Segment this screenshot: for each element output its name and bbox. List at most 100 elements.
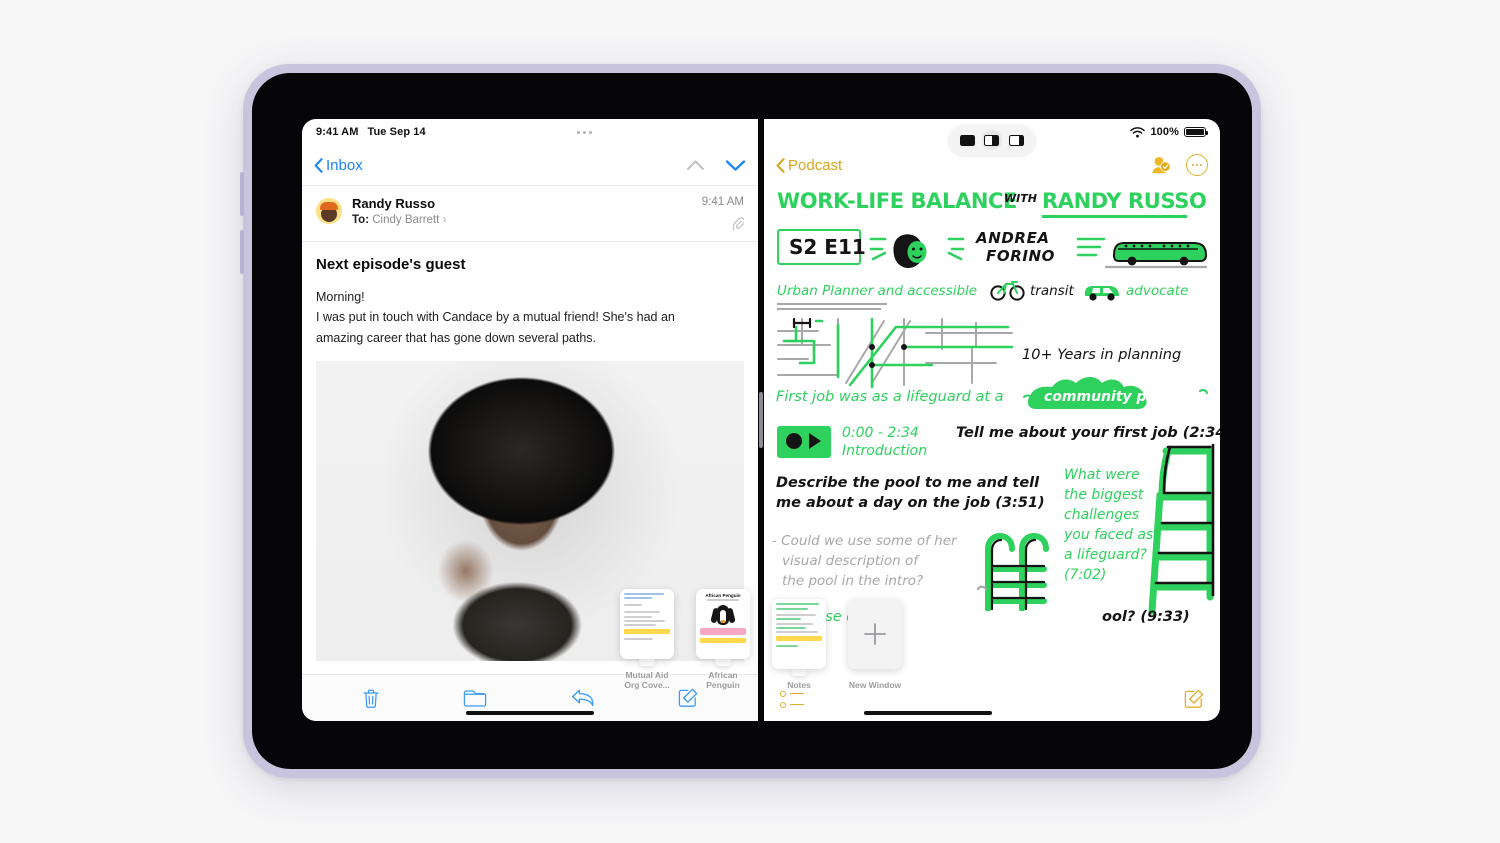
shelf-item-label: Mutual Aid Org Cove... (624, 669, 670, 691)
guest-portrait-sketch (869, 234, 965, 268)
video-chapter-icon (777, 426, 831, 458)
recipient-row[interactable]: To: Cindy Barrett › (352, 214, 692, 226)
back-label: Podcast (788, 156, 843, 174)
status-date: Tue Sep 14 (367, 126, 426, 138)
bicycle-icon (990, 281, 1025, 301)
back-to-podcast-button[interactable]: Podcast (776, 157, 842, 174)
note-line-3: the pool in the intro? (782, 573, 924, 589)
recipient-name: Cindy Barrett (372, 214, 440, 227)
lifeguard-chair-sketch (1148, 443, 1215, 615)
question-3-line5: a lifeguard? (1064, 547, 1147, 563)
penguin-illustration (710, 603, 736, 627)
mail-message-header: Randy Russo To: Cindy Barrett › 9:41 AM (302, 185, 758, 242)
question-4-suffix: ool? (9:33) (1102, 609, 1190, 625)
full-screen-icon (959, 134, 975, 146)
plus-icon (864, 623, 886, 646)
message-time: 9:41 AM (701, 196, 744, 208)
battery-percent: 100% (1150, 126, 1179, 138)
bio-line: Urban Planner and accessible (777, 283, 978, 299)
question-3-line2: the biggest (1064, 487, 1144, 503)
shelf-card-tab (715, 657, 731, 666)
years-in-planning: 10+ Years in planning (1022, 347, 1182, 363)
mail-navigation-bar: Inbox (302, 145, 758, 185)
episode-number: S2 E11 (789, 235, 866, 259)
folder-icon[interactable] (463, 689, 487, 708)
sender-name: Randy Russo (352, 196, 436, 211)
bio-underline-1 (777, 303, 887, 305)
trash-icon[interactable] (362, 688, 380, 709)
shelf-card-tab (639, 657, 655, 666)
guest-name-line2: FORINO (986, 247, 1056, 265)
chapter-time: 0:00 - 2:34 (842, 425, 919, 441)
street-map-sketch (777, 317, 1014, 389)
more-circle-icon[interactable] (1186, 154, 1208, 176)
chevron-left-icon (776, 157, 785, 173)
message-subject: Next episode's guest (316, 256, 466, 273)
note-title-host: RANDY RUSSO (1042, 189, 1207, 213)
chapter-name: Introduction (842, 443, 928, 459)
thumbnail-title: African Penguin (705, 592, 741, 598)
share-collaborate-icon[interactable] (1148, 155, 1172, 175)
new-window-button[interactable] (848, 599, 902, 670)
chevron-right-icon: › (442, 214, 447, 227)
shelf-item-label: New Window (848, 680, 902, 691)
split-view-button[interactable] (981, 130, 1002, 150)
reply-icon[interactable] (571, 688, 595, 708)
chevron-down-icon[interactable] (725, 159, 746, 172)
back-to-inbox-button[interactable]: Inbox (314, 157, 363, 174)
question-2-line1: Describe the pool to me and tell (776, 475, 1040, 491)
slide-over-icon (1009, 134, 1025, 146)
device-bezel: 9:41 AM Tue Sep 14 Inbox Randy Russo To:… (252, 73, 1252, 769)
compose-icon[interactable] (678, 688, 698, 708)
guest-name-line1: ANDREA (976, 229, 1050, 247)
volume-up-button[interactable] (240, 172, 244, 216)
body-line-3: amazing career that has gone down severa… (316, 330, 597, 345)
home-indicator-notes[interactable] (864, 711, 993, 715)
shelf-item[interactable]: Notes (770, 599, 828, 691)
volume-down-button[interactable] (240, 230, 244, 274)
shelf-item-new-window[interactable]: New Window (846, 599, 904, 691)
bio-transit: transit (1030, 283, 1074, 299)
title-underline (1042, 215, 1187, 218)
shelf-item[interactable]: Mutual Aid Org Cove... (618, 588, 676, 691)
pool-highlight-text: community pool (1044, 389, 1171, 405)
screenshot-stage: 9:41 AM Tue Sep 14 Inbox Randy Russo To:… (0, 0, 1500, 843)
note-line-2: visual description of (782, 553, 919, 569)
shelf-item-label: Notes (787, 680, 811, 691)
back-label: Inbox (326, 156, 363, 174)
battery-full-icon (1184, 127, 1209, 137)
chevron-left-icon (314, 157, 323, 173)
full-screen-button[interactable] (957, 130, 977, 150)
body-line-2: I was put in touch with Candace by a mut… (316, 310, 675, 325)
app-shelf: Mutual Aid Org Cove... African Penguin A… (618, 588, 904, 691)
notes-list-icon[interactable] (780, 690, 804, 708)
compose-note-icon[interactable] (1184, 689, 1204, 709)
question-2-line2: me about a day on the job (3:51) (776, 495, 1045, 511)
question-3-line1: What were (1064, 467, 1140, 483)
note-thumbnail[interactable] (620, 588, 674, 659)
message-text: Morning! I was put in touch with Candace… (316, 287, 744, 348)
chevron-up-icon[interactable] (686, 159, 705, 171)
slide-over-button[interactable] (1007, 130, 1027, 150)
note-thumbnail[interactable] (772, 599, 826, 670)
note-thumbnail[interactable]: African Penguin (696, 588, 750, 659)
avatar (316, 198, 342, 224)
multitask-grabber-dots[interactable] (426, 130, 744, 134)
paperclip-icon[interactable] (733, 217, 744, 230)
first-job-line: First job was as a lifeguard at a (776, 389, 1004, 405)
question-3-line6: (7:02) (1064, 567, 1107, 583)
question-3-line3: challenges (1064, 507, 1140, 523)
car-icon (1084, 286, 1119, 301)
body-line-1: Morning! (316, 290, 365, 304)
ipad-screen: 9:41 AM Tue Sep 14 Inbox Randy Russo To:… (302, 119, 1220, 721)
split-view-drag-handle[interactable] (759, 392, 763, 448)
note-title-with: WITH (1004, 192, 1037, 205)
wifi-icon (1130, 126, 1146, 137)
home-indicator-mail[interactable] (466, 711, 594, 715)
shelf-item[interactable]: African Penguin African Penguin (694, 588, 752, 691)
bus-icon (1076, 237, 1208, 269)
bio-underline-2 (777, 308, 881, 310)
shelf-card-tab (791, 668, 807, 677)
bio-advocate: advocate (1126, 283, 1189, 299)
mail-status-bar: 9:41 AM Tue Sep 14 (302, 119, 758, 145)
